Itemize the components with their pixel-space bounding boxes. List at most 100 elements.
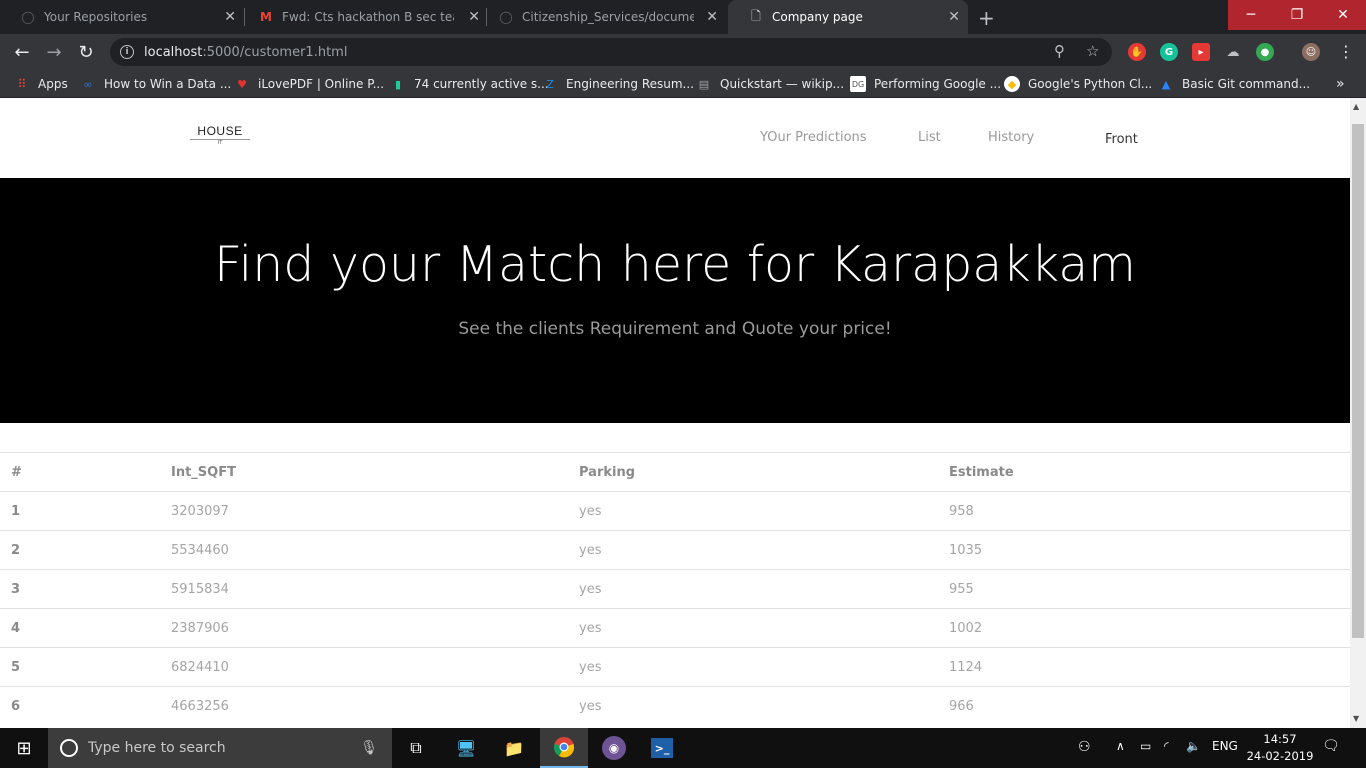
row-index: 1 bbox=[0, 491, 160, 531]
tab-your-repositories[interactable]: ◯ Your Repositories ✕ bbox=[0, 0, 244, 34]
site-navbar: HOUSE IT YOur Predictions List History F… bbox=[0, 98, 1350, 178]
table-row: 3 5915834 yes 955 bbox=[0, 569, 1350, 609]
table-row: 1 3203097 yes 958 bbox=[0, 491, 1350, 531]
forward-arrow-icon[interactable]: → bbox=[42, 40, 66, 64]
bookmarks-bar: ⠿ Apps ∞ How to Win a Data ... ♥ iLovePDF |… bbox=[0, 70, 1366, 98]
people-icon[interactable]: ⚇ bbox=[1078, 739, 1091, 755]
row-index: 6 bbox=[0, 686, 160, 726]
close-icon[interactable]: ✕ bbox=[224, 9, 236, 25]
restore-button[interactable]: ❐ bbox=[1274, 0, 1320, 30]
table-header-row: # Int_SQFT Parking Estimate bbox=[0, 452, 1350, 492]
scroll-up-icon[interactable]: ▲ bbox=[1353, 102, 1359, 111]
nav-front[interactable]: Front bbox=[1105, 132, 1138, 147]
nav-list[interactable]: List bbox=[918, 130, 941, 145]
nav-your-predictions[interactable]: YOur Predictions bbox=[760, 130, 867, 145]
heart-icon: ♥ bbox=[237, 77, 247, 91]
video-extension-icon[interactable]: ▸ bbox=[1192, 43, 1210, 61]
column-header-index: # bbox=[0, 452, 160, 492]
bookmark-quickstart[interactable]: ▤ Quickstart — wikip... bbox=[696, 75, 844, 93]
scroll-down-icon[interactable]: ▼ bbox=[1353, 714, 1359, 723]
hero-title: Find your Match here for Karapakkam bbox=[213, 236, 1136, 293]
bookmark-engineering-resume[interactable]: Z Engineering Resum... bbox=[542, 75, 694, 93]
column-header-parking: Parking bbox=[568, 452, 938, 492]
doc-icon: ▤ bbox=[698, 77, 710, 91]
estimate-cell: 1124 bbox=[938, 647, 1350, 687]
address-bar[interactable]: i localhost:5000/customer1.html ⚲ ☆ bbox=[110, 38, 1112, 66]
z-icon: Z bbox=[546, 77, 554, 91]
powershell-icon[interactable]: >_ bbox=[638, 728, 686, 768]
cloud-extension-icon[interactable]: ☁ bbox=[1224, 43, 1242, 61]
row-index: 4 bbox=[0, 608, 160, 648]
volume-icon[interactable]: 🔈 bbox=[1186, 739, 1201, 753]
bookmark-performing-google[interactable]: DG Performing Google ... bbox=[850, 75, 1001, 93]
reload-icon[interactable]: ↻ bbox=[74, 40, 98, 64]
windows-start-icon[interactable]: ⊞ bbox=[0, 728, 48, 768]
computer-app-icon[interactable]: 🖥 bbox=[442, 728, 490, 768]
minimize-button[interactable]: ─ bbox=[1228, 0, 1274, 30]
browser-toolbar: ← → ↻ i localhost:5000/customer1.html ⚲ … bbox=[0, 34, 1366, 70]
table-row: 4 2387906 yes 1002 bbox=[0, 608, 1350, 648]
back-arrow-icon[interactable]: ← bbox=[10, 40, 34, 64]
estimate-cell: 1035 bbox=[938, 530, 1350, 570]
estimate-cell: 958 bbox=[938, 491, 1350, 531]
bookmark-ilovepdf[interactable]: ♥ iLovePDF | Online P... bbox=[234, 75, 384, 93]
int-sqft-cell: 5534460 bbox=[160, 530, 568, 570]
chrome-logo-icon bbox=[553, 737, 575, 758]
nav-history[interactable]: History bbox=[988, 130, 1034, 145]
page-icon: 🗋 bbox=[751, 8, 761, 23]
new-tab-button[interactable]: + bbox=[978, 6, 995, 30]
close-window-button[interactable]: ✕ bbox=[1320, 0, 1366, 30]
row-index: 5 bbox=[0, 647, 160, 687]
chrome-taskbar-icon[interactable] bbox=[540, 728, 588, 768]
column-header-int-sqft: Int_SQFT bbox=[160, 452, 568, 492]
parking-cell: yes bbox=[568, 530, 938, 570]
close-icon[interactable]: ✕ bbox=[948, 9, 960, 25]
int-sqft-cell: 4663256 bbox=[160, 686, 568, 726]
site-logo[interactable]: HOUSE IT bbox=[190, 124, 250, 146]
green-extension-icon[interactable]: ● bbox=[1256, 43, 1274, 61]
avatar[interactable]: ☺ bbox=[1302, 43, 1320, 61]
scrollbar-thumb[interactable] bbox=[1352, 124, 1364, 638]
bookmark-python-class[interactable]: ◆ Google's Python Cl... bbox=[1004, 75, 1152, 93]
tab-company-page[interactable]: 🗋 Company page ✕ bbox=[728, 0, 968, 34]
int-sqft-cell: 2387906 bbox=[160, 608, 568, 648]
tab-citizenship-services[interactable]: ◯ Citizenship_Services/documentat ✕ bbox=[478, 0, 726, 34]
github-desktop-icon[interactable]: ◉ bbox=[590, 728, 638, 768]
bookmark-active[interactable]: ▮ 74 currently active s... bbox=[390, 75, 549, 93]
zoom-icon[interactable]: ⚲ bbox=[1054, 42, 1065, 60]
bottle-icon: ▮ bbox=[394, 77, 402, 91]
microphone-icon[interactable]: 🎙 bbox=[360, 740, 378, 756]
show-hidden-icons-chevron-icon[interactable]: ∧ bbox=[1116, 739, 1125, 753]
parking-cell: yes bbox=[568, 686, 938, 726]
int-sqft-cell: 3203097 bbox=[160, 491, 568, 531]
taskbar-search-box[interactable]: Type here to search 🎙 bbox=[48, 728, 392, 768]
row-index: 2 bbox=[0, 530, 160, 570]
atlassian-icon: ▲ bbox=[1161, 77, 1171, 91]
table-row: 6 4663256 yes 966 bbox=[0, 686, 1350, 726]
extension-stop-icon[interactable]: ✋ bbox=[1128, 43, 1146, 61]
bookmark-apps[interactable]: ⠿ Apps bbox=[14, 75, 68, 93]
coursera-icon: ∞ bbox=[83, 77, 93, 91]
tab-gmail[interactable]: M Fwd: Cts hackathon B sec team# ✕ bbox=[238, 0, 488, 34]
github-icon: ◯ bbox=[21, 10, 35, 24]
hero-subtitle: See the clients Requirement and Quote yo… bbox=[458, 319, 892, 339]
language-indicator[interactable]: ENG bbox=[1212, 739, 1238, 753]
battery-icon[interactable]: ▭ bbox=[1140, 739, 1151, 753]
grammarly-icon[interactable]: G bbox=[1160, 43, 1178, 61]
info-icon[interactable]: i bbox=[120, 45, 134, 59]
bookmark-win-data[interactable]: ∞ How to Win a Data ... bbox=[80, 75, 231, 93]
taskbar-clock[interactable]: 14:57 24-02-2019 bbox=[1240, 731, 1320, 765]
bookmark-basic-git[interactable]: ▲ Basic Git command... bbox=[1158, 75, 1310, 93]
menu-kebab-icon[interactable]: ⋮ bbox=[1338, 42, 1354, 61]
wifi-icon[interactable]: ◜ bbox=[1164, 739, 1169, 753]
parking-cell: yes bbox=[568, 647, 938, 687]
cortana-icon bbox=[60, 739, 78, 757]
notification-center-icon[interactable]: 🗨 bbox=[1322, 738, 1340, 754]
close-icon[interactable]: ✕ bbox=[706, 9, 718, 25]
page-scrollbar[interactable]: ▲ ▼ bbox=[1350, 98, 1366, 728]
task-view-icon[interactable]: ⧉ bbox=[392, 728, 440, 768]
estimate-cell: 955 bbox=[938, 569, 1350, 609]
bookmark-star-icon[interactable]: ☆ bbox=[1086, 42, 1099, 60]
file-explorer-icon[interactable]: 📁 bbox=[490, 728, 538, 768]
more-bookmarks-chevron-icon[interactable]: » bbox=[1336, 75, 1345, 93]
